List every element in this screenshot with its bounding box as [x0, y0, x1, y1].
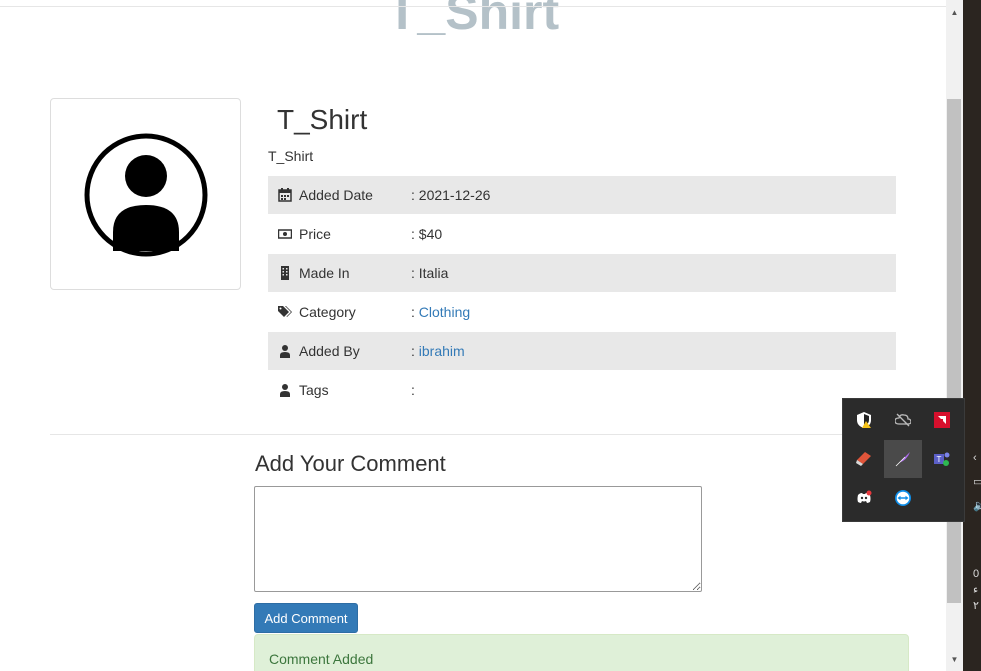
security-shield-icon[interactable] — [845, 401, 883, 439]
taskbar-clock-date[interactable]: ٢٠ — [973, 600, 981, 612]
taskbar-clock-ampm[interactable]: ء — [973, 584, 978, 596]
info-label: Added Date — [299, 187, 373, 203]
user-icon — [280, 384, 290, 397]
teams-icon[interactable]: T — [923, 440, 961, 478]
info-value: : $40 — [411, 226, 443, 242]
alert-text: Comment Added — [269, 651, 374, 667]
info-value: : ibrahim — [411, 332, 465, 370]
add-comment-button[interactable]: Add Comment — [254, 603, 358, 633]
info-value: : 2021-12-26 — [411, 187, 491, 203]
amd-radeon-icon[interactable] — [923, 401, 961, 439]
info-label: Made In — [299, 265, 350, 281]
scroll-down-arrow-icon[interactable]: ▼ — [946, 655, 963, 669]
discord-icon[interactable] — [845, 479, 883, 517]
info-label: Category — [299, 304, 356, 320]
windows-taskbar: ‹ ▭ 🔈 0 ء ٢٠ — [963, 0, 981, 671]
section-divider — [50, 434, 946, 435]
cloud-off-icon[interactable] — [884, 401, 922, 439]
feather-icon[interactable] — [884, 440, 922, 478]
scroll-up-arrow-icon[interactable]: ▲ — [946, 8, 963, 24]
top-divider — [0, 6, 946, 7]
info-row-added-by: Added By : ibrahim — [268, 332, 896, 370]
info-row-price: Price : $40 — [268, 215, 896, 253]
svg-text:T: T — [937, 455, 942, 464]
info-row-tags: Tags : — [268, 371, 896, 409]
product-image — [50, 98, 241, 290]
info-value: : Italia — [411, 265, 449, 281]
comment-textarea[interactable] — [254, 486, 702, 592]
category-link[interactable]: Clothing — [419, 304, 470, 320]
info-label: Price — [299, 226, 331, 242]
info-row-added-date: Added Date : 2021-12-26 — [268, 176, 896, 214]
info-value: : Clothing — [411, 293, 470, 331]
calendar-icon — [278, 188, 292, 202]
taskbar-clock-time[interactable]: 0 — [973, 568, 979, 580]
info-row-made-in: Made In : Italia — [268, 254, 896, 292]
avatar-placeholder-icon — [84, 133, 208, 257]
info-label: Tags — [299, 382, 329, 398]
ccleaner-icon[interactable] — [845, 440, 883, 478]
info-row-category: Category : Clothing — [268, 293, 896, 331]
info-separator: : — [411, 304, 419, 320]
taskbar-volume-icon[interactable]: 🔈 — [973, 500, 981, 512]
product-page: T_Shirt T_Shirt T_Shirt Added Date : 202… — [0, 0, 946, 671]
system-tray-overflow: T — [842, 398, 965, 522]
info-separator: : — [411, 343, 419, 359]
comment-heading: Add Your Comment — [255, 451, 446, 476]
item-description: T_Shirt — [268, 148, 314, 164]
teamviewer-icon[interactable] — [884, 479, 922, 517]
taskbar-chevron-icon[interactable]: ‹ — [973, 452, 977, 464]
info-value: : — [411, 382, 415, 398]
success-alert: Comment Added — [254, 634, 909, 671]
scroll-thumb[interactable] — [947, 99, 961, 603]
money-icon — [278, 229, 292, 239]
tags-icon — [278, 306, 292, 317]
building-icon — [281, 266, 289, 280]
item-info-list: Added Date : 2021-12-26 Price : $40 Made… — [268, 176, 896, 410]
author-link[interactable]: ibrahim — [419, 343, 465, 359]
info-label: Added By — [299, 343, 360, 359]
taskbar-network-icon[interactable]: ▭ — [973, 476, 981, 488]
vertical-scrollbar[interactable]: ▲ ▼ — [946, 0, 963, 671]
item-title: T_Shirt — [277, 104, 368, 135]
user-icon — [280, 345, 290, 358]
